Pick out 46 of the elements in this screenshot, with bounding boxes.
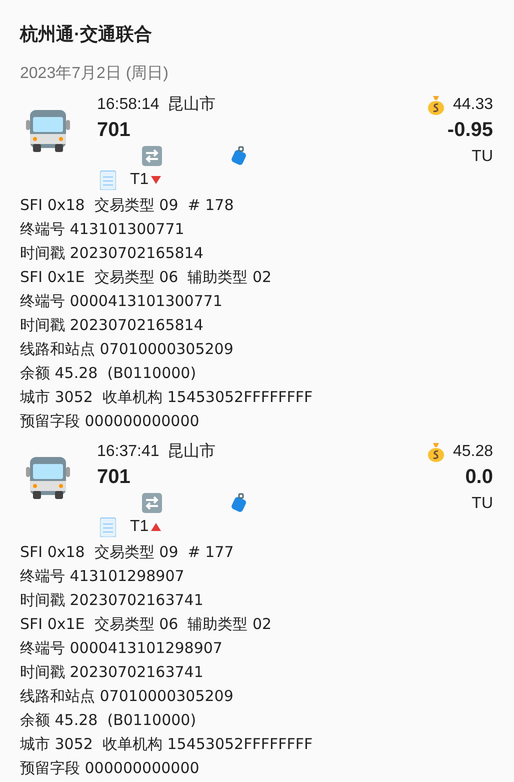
fare-amount: -0.95 bbox=[447, 118, 493, 143]
suitcase-icon bbox=[230, 493, 248, 513]
suitcase-icon bbox=[230, 146, 248, 166]
notepad-icon bbox=[100, 517, 116, 537]
detail-line: 城市 3052 收单机构 15453052FFFFFFFF bbox=[20, 734, 313, 755]
detail-line: 余额 45.28 (B0110000) bbox=[20, 363, 196, 384]
date-heading: 2023年7月2日 (周日) bbox=[20, 64, 168, 84]
detail-line: 终端号 413101298907 bbox=[20, 566, 184, 587]
swap-arrows-icon bbox=[142, 493, 162, 513]
notepad-icon bbox=[100, 170, 116, 190]
balance-amount: 45.28 bbox=[452, 442, 493, 462]
city-name: 昆山市 bbox=[167, 442, 216, 462]
bus-icon bbox=[24, 455, 72, 501]
detail-line: 线路和站点 07010000305209 bbox=[20, 339, 234, 360]
detail-line: SFI 0x1E 交易类型 06 辅助类型 02 bbox=[20, 614, 272, 635]
detail-line: SFI 0x18 交易类型 09 # 177 bbox=[20, 542, 234, 563]
detail-line: 预留字段 000000000000 bbox=[20, 411, 200, 432]
money-bag-icon bbox=[426, 442, 445, 462]
detail-line: 时间戳 20230702163741 bbox=[20, 590, 204, 611]
detail-line: 终端号 413101300771 bbox=[20, 219, 184, 240]
balance-amount: 44.33 bbox=[452, 95, 493, 115]
detail-line: 预留字段 000000000000 bbox=[20, 758, 200, 779]
city-name: 昆山市 bbox=[167, 94, 216, 115]
money-bag-icon bbox=[426, 95, 445, 115]
detail-line: 时间戳 20230702165814 bbox=[20, 243, 204, 264]
page-title: 杭州通·交通联合 bbox=[20, 23, 152, 46]
route-number: 701 bbox=[97, 118, 130, 143]
detail-line: 时间戳 20230702165814 bbox=[20, 315, 204, 336]
route-number: 701 bbox=[97, 465, 130, 490]
detail-line: SFI 0x1E 交易类型 06 辅助类型 02 bbox=[20, 267, 272, 288]
trip-time: 16:37:41 bbox=[97, 442, 160, 462]
currency-unit: TU bbox=[472, 494, 493, 514]
detail-line: 城市 3052 收单机构 15453052FFFFFFFF bbox=[20, 387, 313, 408]
trip-time: 16:58:14 bbox=[97, 95, 160, 115]
detail-line: SFI 0x18 交易类型 09 # 178 bbox=[20, 195, 234, 216]
detail-line: 终端号 0000413101298907 bbox=[20, 638, 222, 659]
detail-line: 时间戳 20230702163741 bbox=[20, 662, 204, 683]
detail-line: 终端号 0000413101300771 bbox=[20, 291, 222, 312]
fare-amount: 0.0 bbox=[465, 465, 493, 490]
transfer-label: T1 bbox=[130, 170, 149, 190]
swap-arrows-icon bbox=[142, 146, 162, 166]
detail-line: 线路和站点 07010000305209 bbox=[20, 686, 234, 707]
bus-icon bbox=[24, 108, 72, 154]
currency-unit: TU bbox=[472, 147, 493, 167]
transfer-label: T1 bbox=[130, 517, 149, 537]
detail-line: 余额 45.28 (B0110000) bbox=[20, 710, 196, 731]
